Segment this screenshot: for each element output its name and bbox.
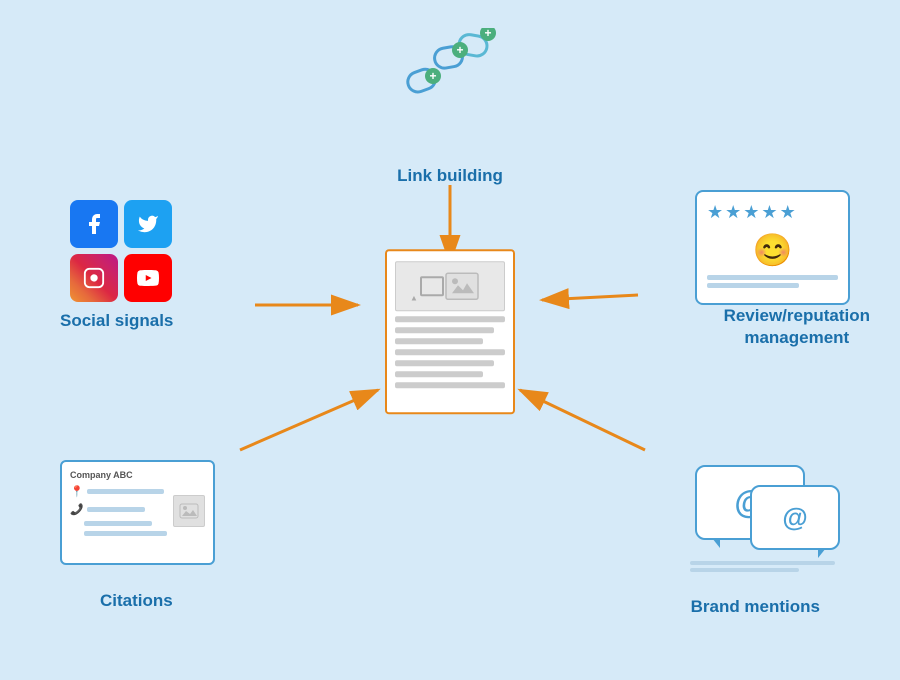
cit-line-phone: [87, 507, 145, 512]
star-4: ★: [761, 202, 777, 223]
smiley-icon: 😊: [707, 231, 838, 269]
doc-line-2: [395, 327, 494, 333]
citations-box: Company ABC 📍 📞: [60, 460, 215, 565]
citations-content: 📍 📞: [70, 485, 205, 536]
facebook-icon: [70, 200, 118, 248]
star-3: ★: [743, 202, 759, 223]
label-review-reputation: Review/reputationmanagement: [724, 305, 870, 349]
cit-line-3: [84, 521, 152, 526]
social-icons-group: [70, 200, 172, 302]
doc-image: [395, 261, 505, 311]
twitter-icon: [124, 200, 172, 248]
doc-line-1: [395, 316, 505, 322]
star-5: ★: [780, 202, 796, 223]
doc-line-7: [395, 382, 505, 388]
review-line-2: [707, 283, 799, 288]
instagram-icon: [70, 254, 118, 302]
chat-lines: [690, 561, 835, 575]
review-box: ★ ★ ★ ★ ★ 😊: [695, 190, 850, 305]
link-building-icons: + + +: [395, 28, 505, 128]
svg-text:+: +: [429, 69, 436, 83]
svg-text:+: +: [484, 28, 491, 40]
citations-company-name: Company ABC: [70, 470, 205, 480]
star-1: ★: [707, 202, 723, 223]
doc-line-4: [395, 349, 505, 355]
brand-mentions-box: @ @: [685, 465, 840, 575]
review-line-1: [707, 275, 838, 280]
label-link-building: Link building: [397, 165, 503, 187]
doc-line-5: [395, 360, 494, 366]
cit-line-4: [84, 531, 167, 536]
label-brand-mentions: Brand mentions: [691, 596, 820, 618]
cit-line-address: [87, 489, 165, 494]
star-2: ★: [725, 202, 741, 223]
label-social-signals: Social signals: [60, 310, 173, 332]
chat-bubble-2: @: [750, 485, 840, 550]
doc-line-3: [395, 338, 483, 344]
doc-line-6: [395, 371, 483, 377]
svg-text:+: +: [456, 43, 463, 57]
youtube-icon: [124, 254, 172, 302]
chat-line-1: [690, 561, 835, 565]
review-lines: [707, 275, 838, 288]
diagram-container: + + + Link building: [0, 0, 900, 680]
chat-line-2: [690, 568, 799, 572]
stars-row: ★ ★ ★ ★ ★: [707, 202, 838, 223]
citations-image-placeholder: [173, 495, 205, 527]
center-document: [385, 249, 515, 414]
label-citations: Citations: [100, 590, 173, 612]
